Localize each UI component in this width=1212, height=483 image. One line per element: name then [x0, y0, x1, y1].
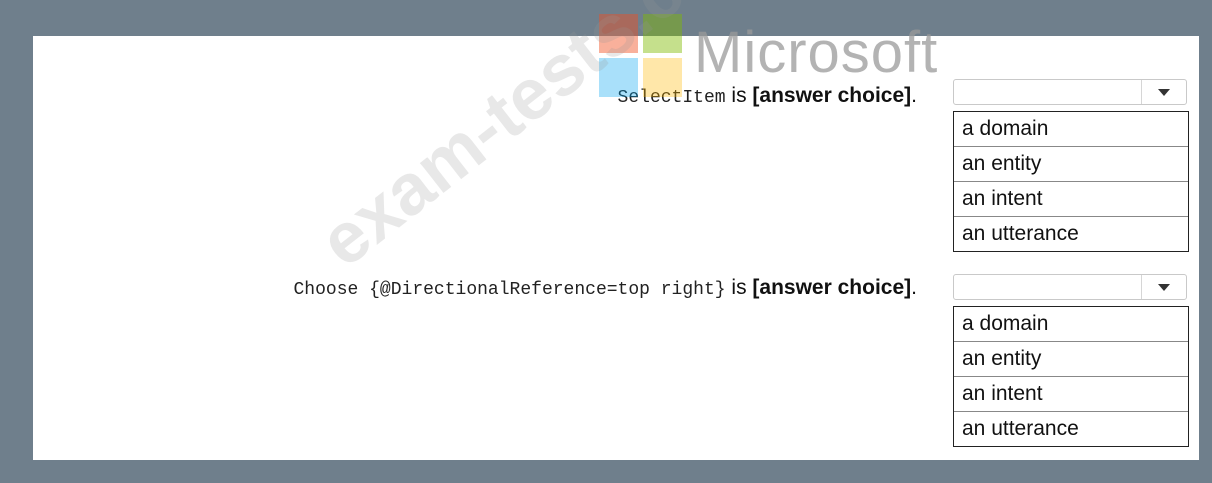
option-an-utterance[interactable]: an utterance — [954, 412, 1188, 446]
chevron-down-icon[interactable] — [1141, 80, 1186, 104]
chevron-down-icon[interactable] — [1141, 275, 1186, 299]
logo-yellow-square — [643, 58, 682, 97]
option-an-utterance[interactable]: an utterance — [954, 217, 1188, 251]
option-a-domain[interactable]: a domain — [954, 112, 1188, 147]
microsoft-logo: Microsoft — [599, 14, 999, 97]
option-an-intent[interactable]: an intent — [954, 377, 1188, 412]
logo-green-square — [643, 14, 682, 53]
option-a-domain[interactable]: a domain — [954, 307, 1188, 342]
option-an-intent[interactable]: an intent — [954, 182, 1188, 217]
logo-red-square — [599, 14, 638, 53]
question-2-is-text: is — [725, 276, 753, 299]
option-an-entity[interactable]: an entity — [954, 342, 1188, 377]
question-2-options-list: a domain an entity an intent an utteranc… — [953, 306, 1189, 447]
question-2-period: . — [911, 276, 917, 299]
logo-blue-square — [599, 58, 638, 97]
question-2-code: Choose {@DirectionalReference=top right} — [293, 280, 726, 300]
question-panel: SelectItem is [answer choice]. a domain … — [33, 36, 1199, 460]
logo-wordmark: Microsoft — [694, 20, 939, 85]
question-2-answer-placeholder: [answer choice] — [752, 276, 912, 299]
question-2-dropdown[interactable] — [953, 274, 1187, 300]
option-an-entity[interactable]: an entity — [954, 147, 1188, 182]
question-1-options-list: a domain an entity an intent an utteranc… — [953, 111, 1189, 252]
question-2-prompt: Choose {@DirectionalReference=top right}… — [294, 276, 918, 300]
